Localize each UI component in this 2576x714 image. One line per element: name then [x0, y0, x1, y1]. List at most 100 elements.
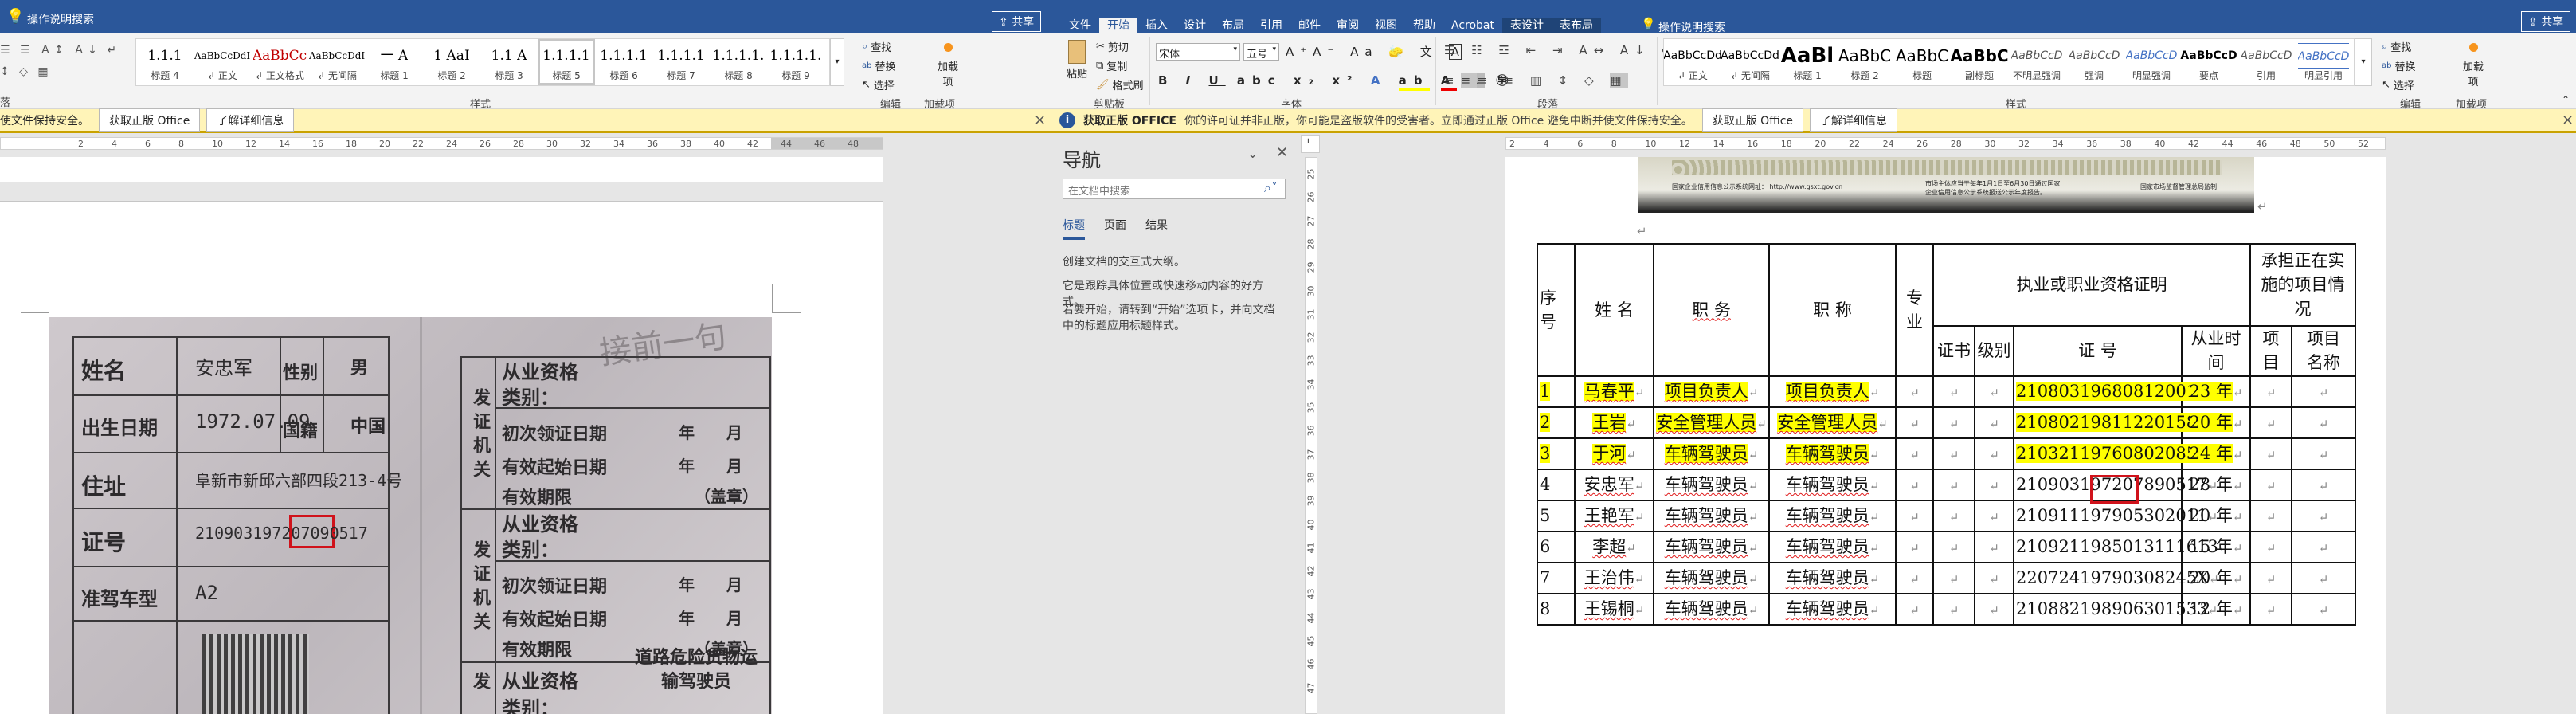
style-item[interactable]: AaBbCcD 明显强调 — [2123, 39, 2180, 85]
style-label: 标题 2 — [437, 69, 466, 81]
infobar-close-icon[interactable]: × — [1034, 112, 1046, 128]
paragraph-tools[interactable]: ☰ ☰ Ａ↕ Ａ↓ ↵ — [0, 41, 119, 57]
addins-button[interactable]: 加载项 — [2461, 40, 2485, 88]
style-item[interactable]: AaBl 标题 1 — [1779, 39, 1836, 85]
get-genuine-office-button[interactable]: 获取正版 Office — [1701, 108, 1804, 132]
style-item[interactable]: 1.1 A 标题 3 — [480, 39, 538, 85]
get-genuine-office-button[interactable]: 获取正版 Office — [99, 108, 201, 132]
style-preview: 1.1.1.1 — [542, 47, 590, 64]
tab-6[interactable]: 引用 — [1252, 18, 1290, 33]
paragraph-tools-row2[interactable]: ↕ ◇ ▦ — [0, 65, 52, 78]
tab-1[interactable]: 文件 — [1061, 18, 1099, 33]
vertical-ruler[interactable]: 25 26 27 28 29 30 31 32 33 34 35 36 37 38 39 40 41 42 43 44… — [1305, 157, 1317, 714]
ruler-label: 46 — [2256, 139, 2268, 149]
cell-title: 车辆驾驶员↵ — [1768, 499, 1897, 532]
paste-button[interactable]: 粘贴 — [1063, 40, 1091, 80]
styles-gallery[interactable]: AaBbCcDd ↲ 正文 AaBbCcDd ↲ 无间隔 AaBl 标题 1 AaBbC 标题… — [1663, 38, 2355, 86]
paragraph-mark: ↵ — [2232, 541, 2243, 556]
photo-field-value: 安忠军 — [195, 357, 253, 379]
style-item[interactable]: AaBbCcD 不明显强调 — [2008, 39, 2065, 85]
style-item[interactable]: 1 AaI 标题 2 — [423, 39, 480, 85]
tab-12[interactable]: 表设计 — [1502, 18, 1552, 33]
tab-2[interactable]: 开始 — [1099, 18, 1137, 33]
tab-7[interactable]: 邮件 — [1290, 18, 1329, 33]
select-label: 选择 — [2393, 80, 2414, 92]
style-item[interactable]: 1.1.1.1 标题 6 — [595, 39, 652, 85]
gallery-more-button[interactable]: ▾ — [830, 38, 844, 86]
search-icon[interactable]: ⌕˅ — [1264, 180, 1278, 196]
learn-more-button[interactable]: 了解详细信息 — [206, 108, 295, 132]
chevron-down-icon[interactable]: ⌄ — [1247, 146, 1258, 161]
select-button[interactable]: ↖ 选择 — [862, 75, 896, 94]
style-item[interactable]: AaBbCcD 要点 — [2180, 39, 2237, 85]
paragraph-mark: ↵ — [2232, 572, 2243, 587]
tab-8[interactable]: 审阅 — [1329, 18, 1367, 33]
tab-11[interactable]: Acrobat — [1443, 18, 1502, 33]
style-item[interactable]: 一 A 标题 1 — [366, 39, 423, 85]
nav-search-input[interactable]: 在文档中搜索 ⌕˅ — [1063, 178, 1286, 199]
font-name-select[interactable]: 宋体 ▾ — [1156, 43, 1240, 61]
style-item[interactable]: AaBbC 副标题 — [1950, 39, 2008, 85]
close-icon[interactable]: ✕ — [1276, 144, 1288, 161]
style-label: 标题 3 — [495, 69, 523, 81]
paragraph-tools-row1[interactable]: ☰ ☷ ☲ ⇤ ⇥ A↔ A↓ ↵ — [1444, 43, 1678, 57]
paragraph-tools-row2[interactable]: ≡≡≡ ≡ ▥ ↕ ◇ ▦ — [1444, 73, 1628, 88]
format-painter-button[interactable]: 🖌 格式刷 — [1096, 75, 1144, 94]
styles-gallery[interactable]: 1.1.1 标题 4 AaBbCcDdI ↲ 正文 AaBbCc ↲ 正文格式 AaBbCc… — [135, 38, 830, 86]
tell-me-search[interactable]: 操作说明搜索 — [27, 11, 94, 27]
tab-13[interactable]: 表布局 — [1552, 18, 1601, 33]
tab-5[interactable]: 布局 — [1214, 18, 1252, 33]
style-item[interactable]: AaBbCcDdI ↲ 无间隔 — [308, 39, 366, 85]
style-item[interactable]: 1.1.1.1. 标题 9 — [767, 39, 824, 85]
style-item[interactable]: 1.1.1 标题 4 — [136, 39, 194, 85]
collapse-ribbon-icon[interactable]: ⌃ — [2562, 94, 2570, 105]
style-label: 标题 — [1912, 69, 1932, 81]
find-button[interactable]: ⌕ 查找 — [862, 37, 896, 56]
learn-more-button[interactable]: 了解详细信息 — [1810, 108, 1898, 132]
style-item[interactable]: 1.1.1.1. 标题 8 — [710, 39, 767, 85]
style-item[interactable]: AaBbCcD 明显引用 — [2295, 39, 2352, 85]
font-size-select[interactable]: 五号 ▾ — [1243, 43, 1279, 61]
cell-duty-text: 安全管理人员 — [1656, 413, 1757, 433]
right-horizontal-ruler[interactable]: 2 4 6 8 10 12 14 16 18 20 22 24 26 28 30 32 34 36 38 40 42 44… — [1505, 137, 2386, 150]
tab-9[interactable]: 视图 — [1367, 18, 1405, 33]
ruler-label: 34 — [2052, 139, 2064, 149]
style-item[interactable]: AaBbCcDdI ↲ 正文 — [194, 39, 251, 85]
find-button[interactable]: ⌕ 查找 — [2382, 37, 2416, 56]
nav-tab[interactable]: 结果 — [1145, 217, 1168, 240]
style-item[interactable]: 1.1.1.1 标题 5 — [538, 39, 595, 85]
style-item[interactable]: AaBbCcD 引用 — [2237, 39, 2295, 85]
copy-button[interactable]: ⧉ 复制 — [1096, 56, 1144, 75]
select-button[interactable]: ↖ 选择 — [2382, 75, 2416, 94]
tell-me-search[interactable]: 操作说明搜索 — [1658, 19, 1725, 35]
style-item[interactable]: 1.1.1.1 标题 7 — [652, 39, 710, 85]
share-button[interactable]: ⇪ 共享 — [992, 11, 1042, 32]
cell-seq: 1 — [1537, 375, 1576, 408]
left-horizontal-ruler[interactable]: 2 4 6 8 10 12 14 16 18 20 22 24 26 28 30 32 34 36 38 40 42 44… — [0, 137, 884, 150]
tab-4[interactable]: 设计 — [1176, 18, 1214, 33]
style-item[interactable]: AaBbCc ↲ 正文格式 — [251, 39, 308, 85]
paragraph-mark: ↵ — [1869, 572, 1880, 587]
ruler-label: 37 — [1306, 449, 1317, 461]
tab-selector[interactable]: ∟ — [1301, 135, 1320, 153]
paragraph-mark: ↵ — [1989, 510, 1999, 525]
nav-tab[interactable]: 标题 — [1063, 217, 1085, 240]
style-item[interactable]: AaBbCcD 强调 — [2065, 39, 2123, 85]
style-item[interactable]: AaBbC 标题 2 — [1836, 39, 1893, 85]
tab-3[interactable]: 插入 — [1137, 18, 1176, 33]
paragraph-mark: ↵ — [2257, 199, 2268, 214]
style-item[interactable]: AaBbCcDd ↲ 无间隔 — [1721, 39, 1779, 85]
replace-button[interactable]: ab 替换 — [862, 56, 896, 75]
style-item[interactable]: AaBbC 标题 — [1893, 39, 1951, 85]
replace-button[interactable]: ab 替换 — [2382, 56, 2416, 75]
infobar-close-icon[interactable]: × — [2562, 112, 2574, 128]
cut-button[interactable]: ✂ 剪切 — [1096, 37, 1144, 56]
style-preview: 1.1.1 — [147, 47, 182, 64]
gallery-more-button[interactable]: ▾ — [2355, 38, 2372, 86]
share-button[interactable]: ⇪ 共享 — [2521, 11, 2571, 32]
table-cell: ↵ — [2249, 530, 2292, 563]
tab-10[interactable]: 帮助 — [1405, 18, 1443, 33]
nav-tab[interactable]: 页面 — [1104, 217, 1126, 240]
addins-button[interactable]: 加载项 — [936, 40, 960, 88]
style-item[interactable]: AaBbCcDd ↲ 正文 — [1664, 39, 1722, 85]
